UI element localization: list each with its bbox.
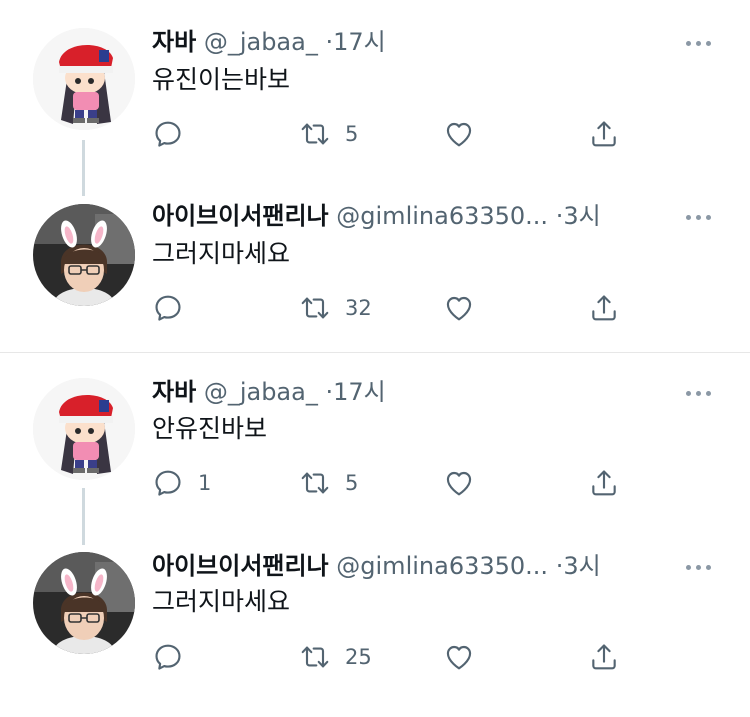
like-button[interactable] [443,290,489,326]
retweet-button[interactable]: 32 [299,290,372,326]
retweet-count: 5 [345,471,359,495]
author-name[interactable]: 자바 [152,378,196,406]
tweet-text: 그러지마세요 [152,587,291,616]
retweet-count: 5 [345,122,359,146]
more-icon[interactable] [686,386,716,400]
retweet-icon [299,118,331,150]
author-handle[interactable]: @_jabaa_ [204,28,318,56]
reply-icon [152,292,184,324]
heart-icon [443,467,475,499]
retweet-icon [299,467,331,499]
thread-connector-line [82,140,85,196]
reply-button[interactable]: 1 [152,465,211,501]
tweet-header: 아이브이서팬리나 @gimlina63350... ·3시 [152,551,601,581]
author-name[interactable]: 아이브이서팬리나 [152,552,329,580]
avatar[interactable] [33,204,135,306]
reply-button[interactable] [152,290,198,326]
reply-button[interactable] [152,116,198,152]
timestamp[interactable]: 17시 [333,378,386,406]
more-icon[interactable] [686,560,716,574]
share-button[interactable] [588,116,620,152]
author-handle[interactable]: @_jabaa_ [204,378,318,406]
tweet-text: 그러지마세요 [152,239,291,268]
heart-icon [443,118,475,150]
share-button[interactable] [588,290,620,326]
like-button[interactable] [443,639,489,675]
avatar[interactable] [33,552,135,654]
tweet-text: 안유진바보 [152,414,268,443]
more-icon[interactable] [686,210,716,224]
action-bar: 32 [152,290,632,326]
heart-icon [443,641,475,673]
share-button[interactable] [588,465,620,501]
author-name[interactable]: 아이브이서팬리나 [152,202,329,230]
reply-icon [152,467,184,499]
author-handle[interactable]: @gimlina63350... [336,552,548,580]
retweet-count: 32 [345,296,372,320]
retweet-button[interactable]: 5 [299,116,358,152]
retweet-button[interactable]: 5 [299,465,358,501]
more-icon[interactable] [686,36,716,50]
reply-count: 1 [198,471,212,495]
reply-icon [152,641,184,673]
author-handle[interactable]: @gimlina63350... [336,202,548,230]
action-bar: 25 [152,639,632,675]
reply-icon [152,118,184,150]
thread-1: 자바 @_jabaa_ ·17시 유진이는바보 5 아이브이서팬리나 @giml… [0,0,750,352]
avatar[interactable] [33,378,135,480]
tweet-header: 자바 @_jabaa_ ·17시 [152,27,386,57]
retweet-button[interactable]: 25 [299,639,372,675]
share-button[interactable] [588,639,620,675]
separator-dot: · [325,378,334,406]
retweet-icon [299,641,331,673]
retweet-count: 25 [345,645,372,669]
avatar[interactable] [33,28,135,130]
retweet-icon [299,292,331,324]
action-bar: 5 [152,116,632,152]
action-bar: 1 5 [152,465,632,501]
thread-connector-line [82,488,85,545]
timestamp[interactable]: 3시 [563,202,600,230]
tweet-header: 아이브이서팬리나 @gimlina63350... ·3시 [152,201,601,231]
timestamp[interactable]: 17시 [333,28,386,56]
share-icon [588,641,620,673]
author-name[interactable]: 자바 [152,28,196,56]
share-icon [588,292,620,324]
heart-icon [443,292,475,324]
like-button[interactable] [443,116,489,152]
like-button[interactable] [443,465,489,501]
timestamp[interactable]: 3시 [563,552,600,580]
share-icon [588,467,620,499]
separator-dot: · [325,28,334,56]
tweet-header: 자바 @_jabaa_ ·17시 [152,377,386,407]
thread-2: 자바 @_jabaa_ ·17시 안유진바보 1 5 아이브이서팬리나 @gim… [0,353,750,717]
reply-button[interactable] [152,639,198,675]
tweet-text: 유진이는바보 [152,65,291,94]
share-icon [588,118,620,150]
